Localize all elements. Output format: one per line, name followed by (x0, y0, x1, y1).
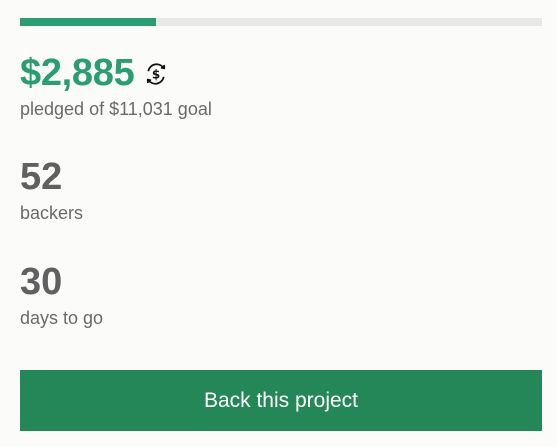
pledged-amount: $2,885 (20, 52, 135, 94)
funding-progress-fill (20, 18, 156, 26)
backers-count: 52 (20, 156, 63, 198)
days-to-go-caption: days to go (20, 308, 104, 328)
svg-text:$: $ (152, 68, 160, 82)
days-to-go-count: 30 (20, 261, 63, 303)
funding-progress-bar (20, 18, 542, 26)
pledged-caption: pledged of $11,031 goal (20, 99, 212, 119)
currency-conversion-icon[interactable]: $ (142, 60, 170, 88)
backers-caption: backers (20, 203, 84, 223)
campaign-stats-panel: $2,885 $ pledged of $11,031 goal 52 back… (0, 0, 557, 447)
back-project-button[interactable]: Back this project (20, 370, 542, 431)
pledged-row: $2,885 $ (20, 50, 170, 96)
